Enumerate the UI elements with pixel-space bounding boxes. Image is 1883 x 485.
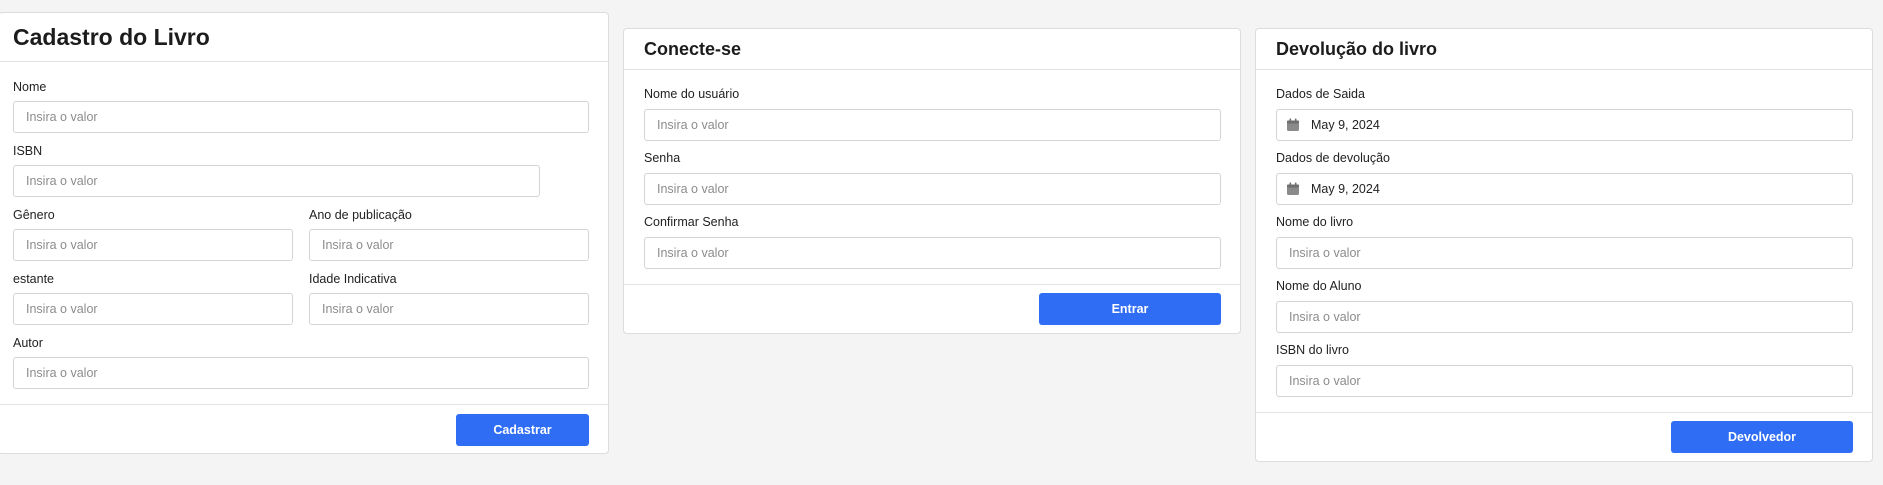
data-saida-input[interactable]: May 9, 2024 (1276, 109, 1853, 141)
isbn-placeholder: Insira o valor (26, 174, 98, 188)
ano-publicacao-label: Ano de publicação (309, 208, 412, 222)
nome-placeholder: Insira o valor (26, 110, 98, 124)
ano-publicacao-input[interactable]: Insira o valor (309, 229, 589, 261)
nome-aluno-placeholder: Insira o valor (1289, 310, 1361, 324)
devolucao-title: Devolução do livro (1276, 38, 1438, 59)
nome-usuario-placeholder: Insira o valor (657, 118, 729, 132)
calendar-icon (1287, 118, 1299, 131)
ano-publicacao-placeholder: Insira o valor (322, 238, 394, 252)
nome-usuario-input[interactable]: Insira o valor (644, 109, 1221, 141)
autor-label: Autor (13, 336, 43, 350)
calendar-icon (1287, 182, 1299, 195)
isbn-livro-placeholder: Insira o valor (1289, 374, 1361, 388)
isbn-input[interactable]: Insira o valor (13, 165, 540, 197)
idade-indicativa-label: Idade Indicativa (309, 272, 397, 286)
confirmar-senha-label: Confirmar Senha (644, 215, 739, 229)
conecte-card: Conecte-se Nome do usuário Insira o valo… (623, 28, 1241, 334)
cadastro-footer-divider (0, 404, 608, 405)
estante-label: estante (13, 272, 55, 286)
nome-livro-placeholder: Insira o valor (1289, 246, 1361, 260)
devolucao-footer-divider (1256, 412, 1872, 413)
conecte-card-header: Conecte-se (624, 29, 1240, 70)
data-devolucao-value: May 9, 2024 (1311, 182, 1380, 196)
nome-livro-input[interactable]: Insira o valor (1276, 237, 1853, 269)
conecte-title: Conecte-se (644, 38, 742, 59)
devolucao-card: Devolução do livro Dados de Saida May 9,… (1255, 28, 1873, 462)
idade-indicativa-input[interactable]: Insira o valor (309, 293, 589, 325)
isbn-livro-input[interactable]: Insira o valor (1276, 365, 1853, 397)
senha-placeholder: Insira o valor (657, 182, 729, 196)
confirmar-senha-input[interactable]: Insira o valor (644, 237, 1221, 269)
conecte-footer-divider (624, 284, 1240, 285)
cadastro-title: Cadastro do Livro (13, 23, 210, 50)
cadastro-card-header: Cadastro do Livro (0, 13, 608, 62)
isbn-livro-label: ISBN do livro (1276, 343, 1349, 357)
devolvedor-button[interactable]: Devolvedor (1671, 421, 1853, 453)
nome-livro-label: Nome do livro (1276, 215, 1354, 229)
data-saida-value: May 9, 2024 (1311, 118, 1380, 132)
entrar-button[interactable]: Entrar (1039, 293, 1221, 325)
nome-aluno-input[interactable]: Insira o valor (1276, 301, 1853, 333)
devolucao-card-header: Devolução do livro (1256, 29, 1872, 70)
nome-usuario-label: Nome do usuário (644, 87, 740, 101)
genero-label: Gênero (13, 208, 55, 222)
genero-placeholder: Insira o valor (26, 238, 98, 252)
nome-aluno-label: Nome do Aluno (1276, 279, 1362, 293)
isbn-label: ISBN (13, 144, 43, 158)
nome-input[interactable]: Insira o valor (13, 101, 589, 133)
data-devolucao-input[interactable]: May 9, 2024 (1276, 173, 1853, 205)
cadastrar-button[interactable]: Cadastrar (456, 414, 589, 446)
genero-input[interactable]: Insira o valor (13, 229, 293, 261)
data-devolucao-label: Dados de devolução (1276, 151, 1390, 165)
autor-placeholder: Insira o valor (26, 366, 98, 380)
estante-input[interactable]: Insira o valor (13, 293, 293, 325)
idade-indicativa-placeholder: Insira o valor (322, 302, 394, 316)
senha-label: Senha (644, 151, 681, 165)
nome-label: Nome (13, 80, 47, 94)
data-saida-label: Dados de Saida (1276, 87, 1365, 101)
senha-input[interactable]: Insira o valor (644, 173, 1221, 205)
cadastro-card: Cadastro do Livro Nome Insira o valor IS… (0, 12, 609, 454)
autor-input[interactable]: Insira o valor (13, 357, 589, 389)
estante-placeholder: Insira o valor (26, 302, 98, 316)
confirmar-senha-placeholder: Insira o valor (657, 246, 729, 260)
